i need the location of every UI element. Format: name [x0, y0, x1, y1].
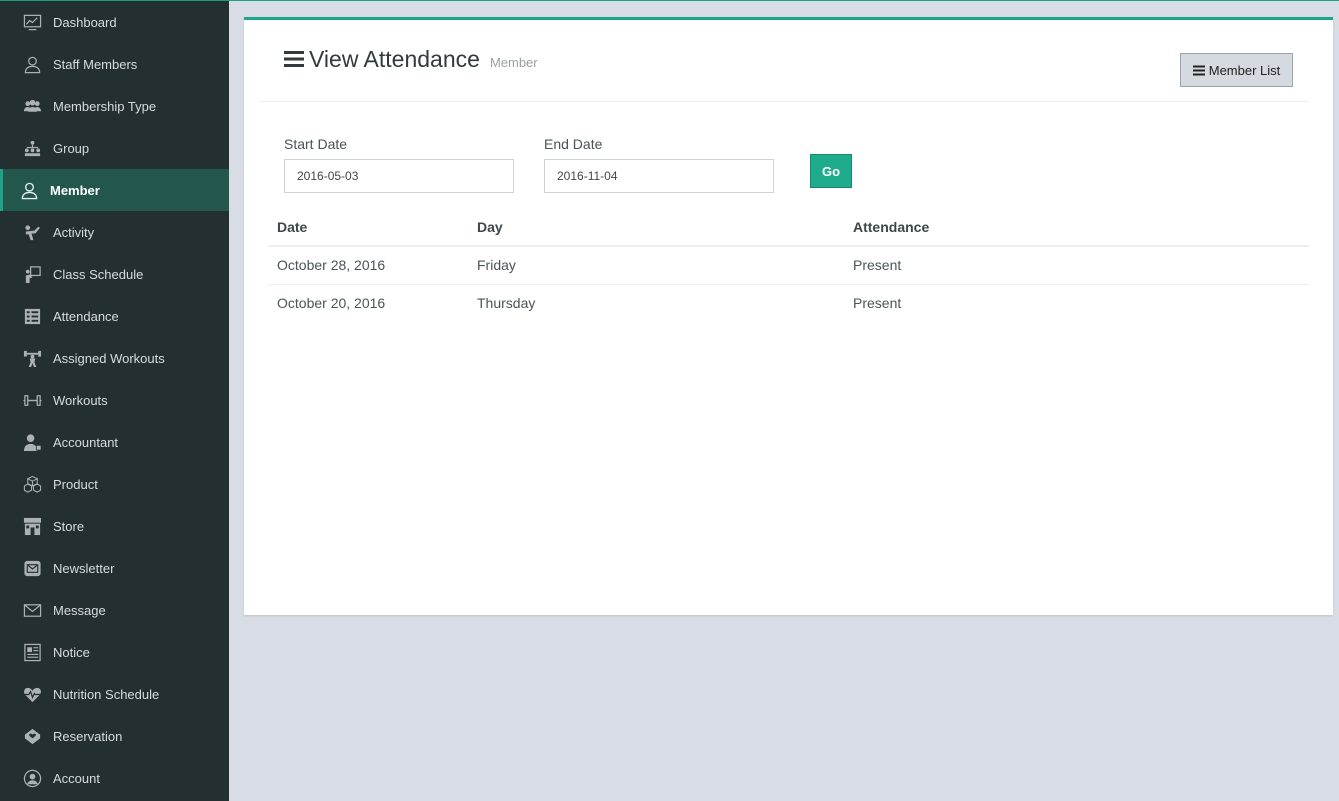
attendance-table: Date Day Attendance October 28, 2016 Fri… — [268, 208, 1309, 322]
sidebar-item-label: Assigned Workouts — [53, 350, 165, 366]
sidebar-item-label: Workouts — [53, 392, 108, 408]
sidebar-item-class-schedule[interactable]: Class Schedule — [0, 253, 229, 295]
sidebar-item-label: Account — [53, 770, 100, 786]
page-title: View Attendance — [309, 46, 480, 72]
member-list-button[interactable]: Member List — [1180, 53, 1293, 87]
end-date-label: End Date — [544, 136, 603, 152]
sidebar-item-label: Message — [53, 602, 106, 618]
main-content: View Attendance Member Member List Start… — [229, 1, 1339, 801]
sidebar-item-nutrition-schedule[interactable]: Nutrition Schedule — [0, 673, 229, 715]
sidebar-item-workouts[interactable]: Workouts — [0, 379, 229, 421]
sidebar-item-staff-members[interactable]: Staff Members — [0, 43, 229, 85]
sidebar-item-label: Attendance — [53, 308, 119, 324]
sidebar-item-assigned-workouts[interactable]: Assigned Workouts — [0, 337, 229, 379]
column-header-day: Day — [468, 208, 844, 247]
reservation-icon — [23, 727, 42, 746]
class-schedule-icon — [23, 265, 42, 284]
store-icon — [23, 517, 42, 536]
notice-icon — [23, 643, 42, 662]
table-row: October 20, 2016 Thursday Present — [268, 283, 1309, 322]
activity-icon — [23, 223, 42, 242]
sidebar-item-label: Dashboard — [53, 14, 117, 30]
sidebar-item-notice[interactable]: Notice — [0, 631, 229, 673]
page-heading: View Attendance Member — [284, 46, 538, 73]
sidebar-item-label: Class Schedule — [53, 266, 144, 282]
sidebar-item-attendance[interactable]: Attendance — [0, 295, 229, 337]
cell-attendance: Present — [844, 283, 1309, 322]
sidebar-item-label: Newsletter — [53, 560, 115, 576]
nutrition-icon — [23, 685, 42, 704]
sidebar-item-product[interactable]: Product — [0, 463, 229, 505]
bars-icon — [284, 50, 304, 68]
sidebar-item-dashboard[interactable]: Dashboard — [0, 1, 229, 43]
sidebar-item-label: Activity — [53, 224, 95, 240]
sidebar-item-activity[interactable]: Activity — [0, 211, 229, 253]
sidebar-item-label: Product — [53, 476, 98, 492]
sidebar-item-accountant[interactable]: Accountant — [0, 421, 229, 463]
member-icon — [20, 181, 39, 200]
sidebar-item-membership-type[interactable]: Membership Type — [0, 85, 229, 127]
account-icon — [23, 769, 42, 788]
column-header-date: Date — [268, 208, 468, 247]
end-date-input[interactable] — [544, 159, 774, 193]
panel-header: View Attendance Member Member List — [259, 20, 1308, 102]
sidebar: Dashboard Staff Members Membership Type … — [0, 1, 229, 801]
sidebar-item-label: Notice — [53, 644, 90, 660]
sidebar-item-newsletter[interactable]: Newsletter — [0, 547, 229, 589]
cell-day: Friday — [477, 257, 516, 274]
accountant-icon — [23, 433, 42, 452]
sidebar-item-reservation[interactable]: Reservation — [0, 715, 229, 757]
sidebar-item-member[interactable]: Member — [0, 169, 229, 211]
attendance-panel: View Attendance Member Member List Start… — [244, 17, 1333, 615]
sidebar-item-store[interactable]: Store — [0, 505, 229, 547]
dumbbell-icon — [23, 391, 42, 410]
group-icon — [23, 139, 42, 158]
table-header-row: Date Day Attendance — [268, 208, 1309, 247]
sidebar-item-label: Membership Type — [53, 98, 157, 114]
message-icon — [23, 601, 42, 620]
product-icon — [23, 475, 42, 494]
assigned-workouts-icon — [23, 349, 42, 368]
newsletter-icon — [23, 559, 42, 578]
sidebar-item-label: Reservation — [53, 728, 123, 744]
sidebar-item-label: Staff Members — [53, 56, 138, 72]
cell-date: October 20, 2016 — [268, 283, 468, 322]
sidebar-item-label: Member — [50, 182, 100, 198]
sidebar-item-label: Group — [53, 140, 90, 156]
start-date-label: Start Date — [284, 136, 348, 152]
cell-attendance: Present — [853, 257, 902, 274]
dashboard-icon — [23, 13, 42, 32]
member-list-label: Member List — [1208, 62, 1281, 78]
go-button[interactable]: Go — [810, 154, 852, 188]
bars-icon — [1192, 65, 1205, 75]
membership-icon — [23, 97, 42, 116]
sidebar-item-account[interactable]: Account — [0, 757, 229, 799]
page-subtitle: Member — [489, 55, 538, 70]
cell-day: Thursday — [468, 283, 844, 322]
sidebar-item-label: Accountant — [53, 434, 119, 450]
staff-icon — [23, 55, 42, 74]
sidebar-item-message[interactable]: Message — [0, 589, 229, 631]
cell-date: October 28, 2016 — [277, 257, 386, 274]
start-date-input[interactable] — [284, 159, 514, 193]
sidebar-item-label: Nutrition Schedule — [53, 686, 160, 702]
table-row: October 28, 2016 Friday Present — [268, 246, 1309, 284]
attendance-icon — [23, 307, 42, 326]
column-header-attendance: Attendance — [844, 208, 1309, 247]
sidebar-item-label: Store — [53, 518, 85, 534]
sidebar-item-group[interactable]: Group — [0, 127, 229, 169]
